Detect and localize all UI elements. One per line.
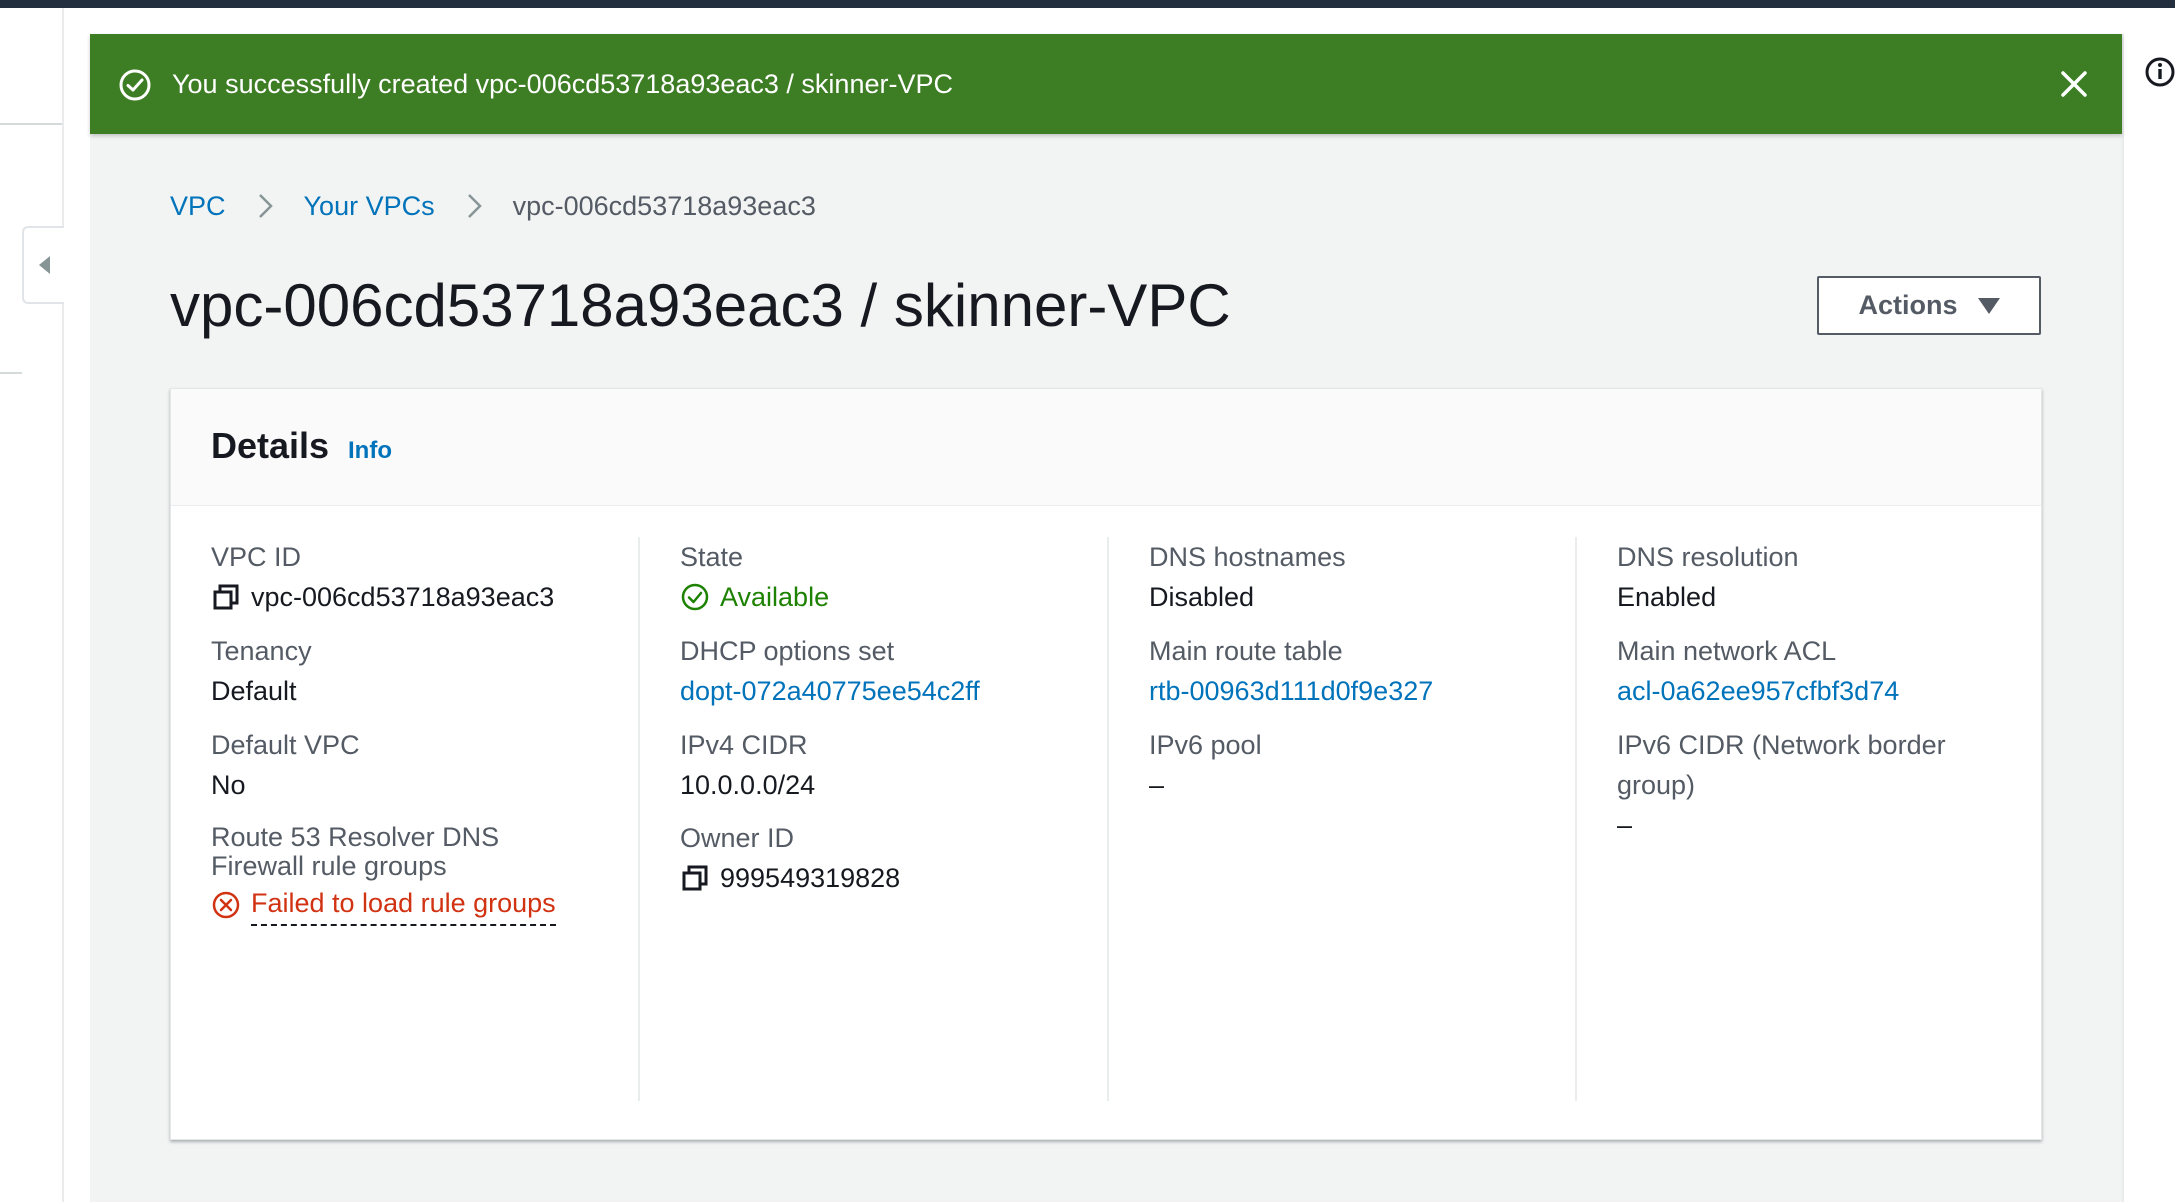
field-ipv6-pool: IPv6 pool – — [1149, 725, 1262, 805]
field-main-route-table: Main route table rtb-00963d111d0f9e327 — [1149, 631, 1433, 711]
field-value-owner-id: 999549319828 — [680, 858, 900, 898]
field-dns-hostnames: DNS hostnames Disabled — [1149, 537, 1346, 617]
field-value-default-vpc: No — [211, 770, 246, 800]
column-divider — [1575, 537, 1577, 1101]
field-label: IPv4 CIDR — [680, 730, 808, 760]
field-label: DNS hostnames — [1149, 542, 1346, 572]
field-value-vpc-id: vpc-006cd53718a93eac3 — [211, 577, 554, 617]
check-circle-icon — [681, 583, 709, 611]
field-label: Route 53 Resolver DNS Firewall rule grou… — [211, 822, 500, 881]
close-icon[interactable] — [2056, 66, 2092, 102]
field-label: IPv6 pool — [1149, 730, 1262, 760]
route53-error-text: Failed to load rule groups — [251, 883, 556, 926]
details-column-2: State Available DHCP options set dopt-07… — [680, 537, 1110, 1097]
field-value-ipv4-cidr: 10.0.0.0/24 — [680, 770, 816, 800]
details-panel: Details Info VPC ID vpc-006cd53718a93eac… — [170, 388, 2042, 1140]
field-ipv6-cidr: IPv6 CIDR (Network border group) – — [1617, 725, 1997, 845]
field-label: Default VPC — [211, 730, 360, 760]
actions-button-label: Actions — [1858, 290, 1958, 320]
dhcp-options-link[interactable]: dopt-072a40775ee54c2ff — [680, 671, 980, 711]
details-title: Details — [211, 425, 330, 466]
caret-down-icon — [1977, 297, 2000, 314]
field-label: Main network ACL — [1617, 636, 1837, 666]
copy-icon[interactable] — [680, 863, 710, 893]
field-value-dns-resolution: Enabled — [1617, 582, 1717, 612]
details-column-1: VPC ID vpc-006cd53718a93eac3 Tenancy Def… — [211, 537, 641, 1097]
breadcrumb-link-your-vpcs[interactable]: Your VPCs — [304, 191, 435, 222]
field-label: IPv6 CIDR (Network border group) — [1617, 730, 1946, 800]
details-panel-header: Details Info — [171, 389, 2041, 506]
field-label: VPC ID — [211, 542, 302, 572]
page-title: vpc-006cd53718a93eac3 / skinner-VPC — [170, 272, 1231, 339]
field-value-ipv6-pool: – — [1149, 770, 1165, 800]
field-main-network-acl: Main network ACL acl-0a62ee957cfbf3d74 — [1617, 631, 1899, 711]
breadcrumb: VPC Your VPCs vpc-006cd53718a93eac3 — [170, 186, 816, 226]
field-label: Main route table — [1149, 636, 1343, 666]
chevron-right-icon — [258, 194, 273, 218]
field-owner-id: Owner ID 999549319828 — [680, 818, 900, 898]
field-dhcp-options: DHCP options set dopt-072a40775ee54c2ff — [680, 631, 980, 711]
info-link[interactable]: Info — [348, 437, 392, 465]
main-route-table-link[interactable]: rtb-00963d111d0f9e327 — [1149, 671, 1433, 711]
field-dns-resolution: DNS resolution Enabled — [1617, 537, 1799, 617]
field-label: State — [680, 542, 744, 572]
field-value-state: Available — [680, 577, 829, 617]
success-flash-banner: You successfully created vpc-006cd53718a… — [90, 34, 2122, 134]
sidenav-divider — [0, 123, 62, 125]
field-label: DHCP options set — [680, 636, 895, 666]
copy-icon[interactable] — [211, 582, 241, 612]
field-tenancy: Tenancy Default — [211, 631, 312, 711]
sidenav-divider — [0, 372, 22, 374]
owner-id-text: 999549319828 — [720, 863, 901, 893]
details-column-3: DNS hostnames Disabled Main route table … — [1149, 537, 1579, 1097]
flash-message: You successfully created vpc-006cd53718a… — [172, 69, 953, 99]
breadcrumb-link-vpc[interactable]: VPC — [170, 191, 226, 222]
field-route53-firewall: Route 53 Resolver DNS Firewall rule grou… — [211, 818, 556, 926]
top-navigation-bar — [0, 0, 2175, 8]
actions-dropdown-button[interactable]: Actions — [1817, 276, 2041, 335]
field-value-dns-hostnames: Disabled — [1149, 582, 1255, 612]
check-circle-icon — [119, 69, 151, 101]
field-value-route53[interactable]: Failed to load rule groups — [211, 883, 556, 926]
error-circle-icon — [212, 891, 240, 918]
vpc-id-text: vpc-006cd53718a93eac3 — [251, 582, 555, 612]
state-text: Available — [720, 582, 830, 612]
field-ipv4-cidr: IPv4 CIDR 10.0.0.0/24 — [680, 725, 815, 805]
field-label: Tenancy — [211, 636, 312, 666]
field-value-tenancy: Default — [211, 676, 297, 706]
chevron-right-icon — [467, 194, 482, 218]
side-navigation-panel — [0, 8, 64, 1202]
column-divider — [638, 537, 640, 1101]
column-divider — [1107, 537, 1109, 1101]
main-network-acl-link[interactable]: acl-0a62ee957cfbf3d74 — [1617, 671, 1899, 711]
field-vpc-id: VPC ID vpc-006cd53718a93eac3 — [211, 537, 554, 617]
info-circle-icon[interactable] — [2144, 56, 2175, 88]
field-label: Owner ID — [680, 823, 795, 853]
breadcrumb-current: vpc-006cd53718a93eac3 — [512, 190, 816, 221]
field-default-vpc: Default VPC No — [211, 725, 360, 805]
field-state: State Available — [680, 537, 829, 617]
field-value-ipv6-cidr: – — [1617, 810, 1633, 840]
sidenav-toggle-button[interactable] — [22, 226, 64, 304]
details-column-4: DNS resolution Enabled Main network ACL … — [1617, 537, 2017, 1097]
field-label: DNS resolution — [1617, 542, 1799, 572]
caret-left-icon — [39, 256, 50, 274]
